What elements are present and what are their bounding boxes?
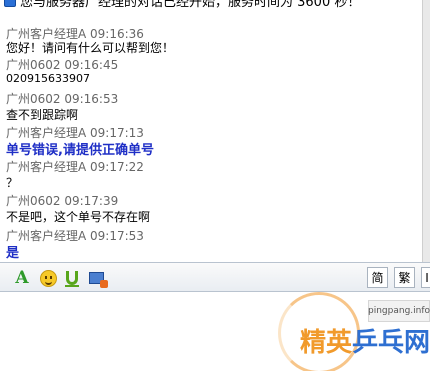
traditional-chinese-button[interactable]: 繁 bbox=[394, 267, 415, 288]
file-transfer-icon[interactable] bbox=[62, 268, 82, 288]
message-header: 广州0602 09:16:53 bbox=[6, 92, 119, 106]
emoji-icon[interactable] bbox=[38, 268, 58, 288]
message-header: 广州客户经理A 09:17:22 bbox=[6, 160, 144, 174]
more-button[interactable]: I bbox=[421, 267, 430, 288]
message-text: 单号错误,请提供正确单号 bbox=[6, 143, 154, 158]
watermark-logo: 精英乒乓网 bbox=[300, 322, 430, 359]
message-header: 广州0602 09:17:39 bbox=[6, 194, 119, 208]
message-header: 广州客户经理A 09:17:53 bbox=[6, 229, 144, 243]
message-text: 不是吧，这个单号不存在啊 bbox=[6, 210, 151, 224]
font-icon[interactable]: A bbox=[12, 268, 32, 288]
top-status-text: 您与服务器广经理的对话已经开始，服务时间为 3600 秒！ bbox=[20, 0, 361, 10]
message-text: 查不到跟踪啊 bbox=[6, 108, 79, 122]
watermark-logo-part1: 精英 bbox=[300, 328, 353, 358]
watermark-url: pingpang.info bbox=[368, 300, 430, 322]
message-text: 020915633907 bbox=[6, 72, 90, 85]
top-status-line: 您与服务器广经理的对话已经开始，服务时间为 3600 秒！ bbox=[0, 0, 420, 20]
chat-window: 您与服务器广经理的对话已经开始，服务时间为 3600 秒！ 广州客户经理A 09… bbox=[0, 0, 430, 371]
screenshot-icon[interactable] bbox=[86, 268, 108, 288]
chat-scrollbar[interactable] bbox=[422, 0, 430, 262]
watermark-logo-part2: 乒乓网 bbox=[352, 328, 430, 358]
message-text: ？ bbox=[6, 176, 19, 190]
system-icon bbox=[4, 0, 16, 7]
message-text: 您好！请问有什么可以帮到您！ bbox=[6, 41, 175, 55]
chat-toolbar: A 简 繁 I bbox=[0, 262, 430, 292]
chat-log: 广州客户经理A 09:16:36 您好！请问有什么可以帮到您！ 广州0602 0… bbox=[0, 20, 422, 262]
simplified-chinese-button[interactable]: 简 bbox=[367, 267, 388, 288]
message-text: 是 bbox=[6, 246, 20, 261]
message-header: 广州0602 09:16:45 bbox=[6, 58, 119, 72]
